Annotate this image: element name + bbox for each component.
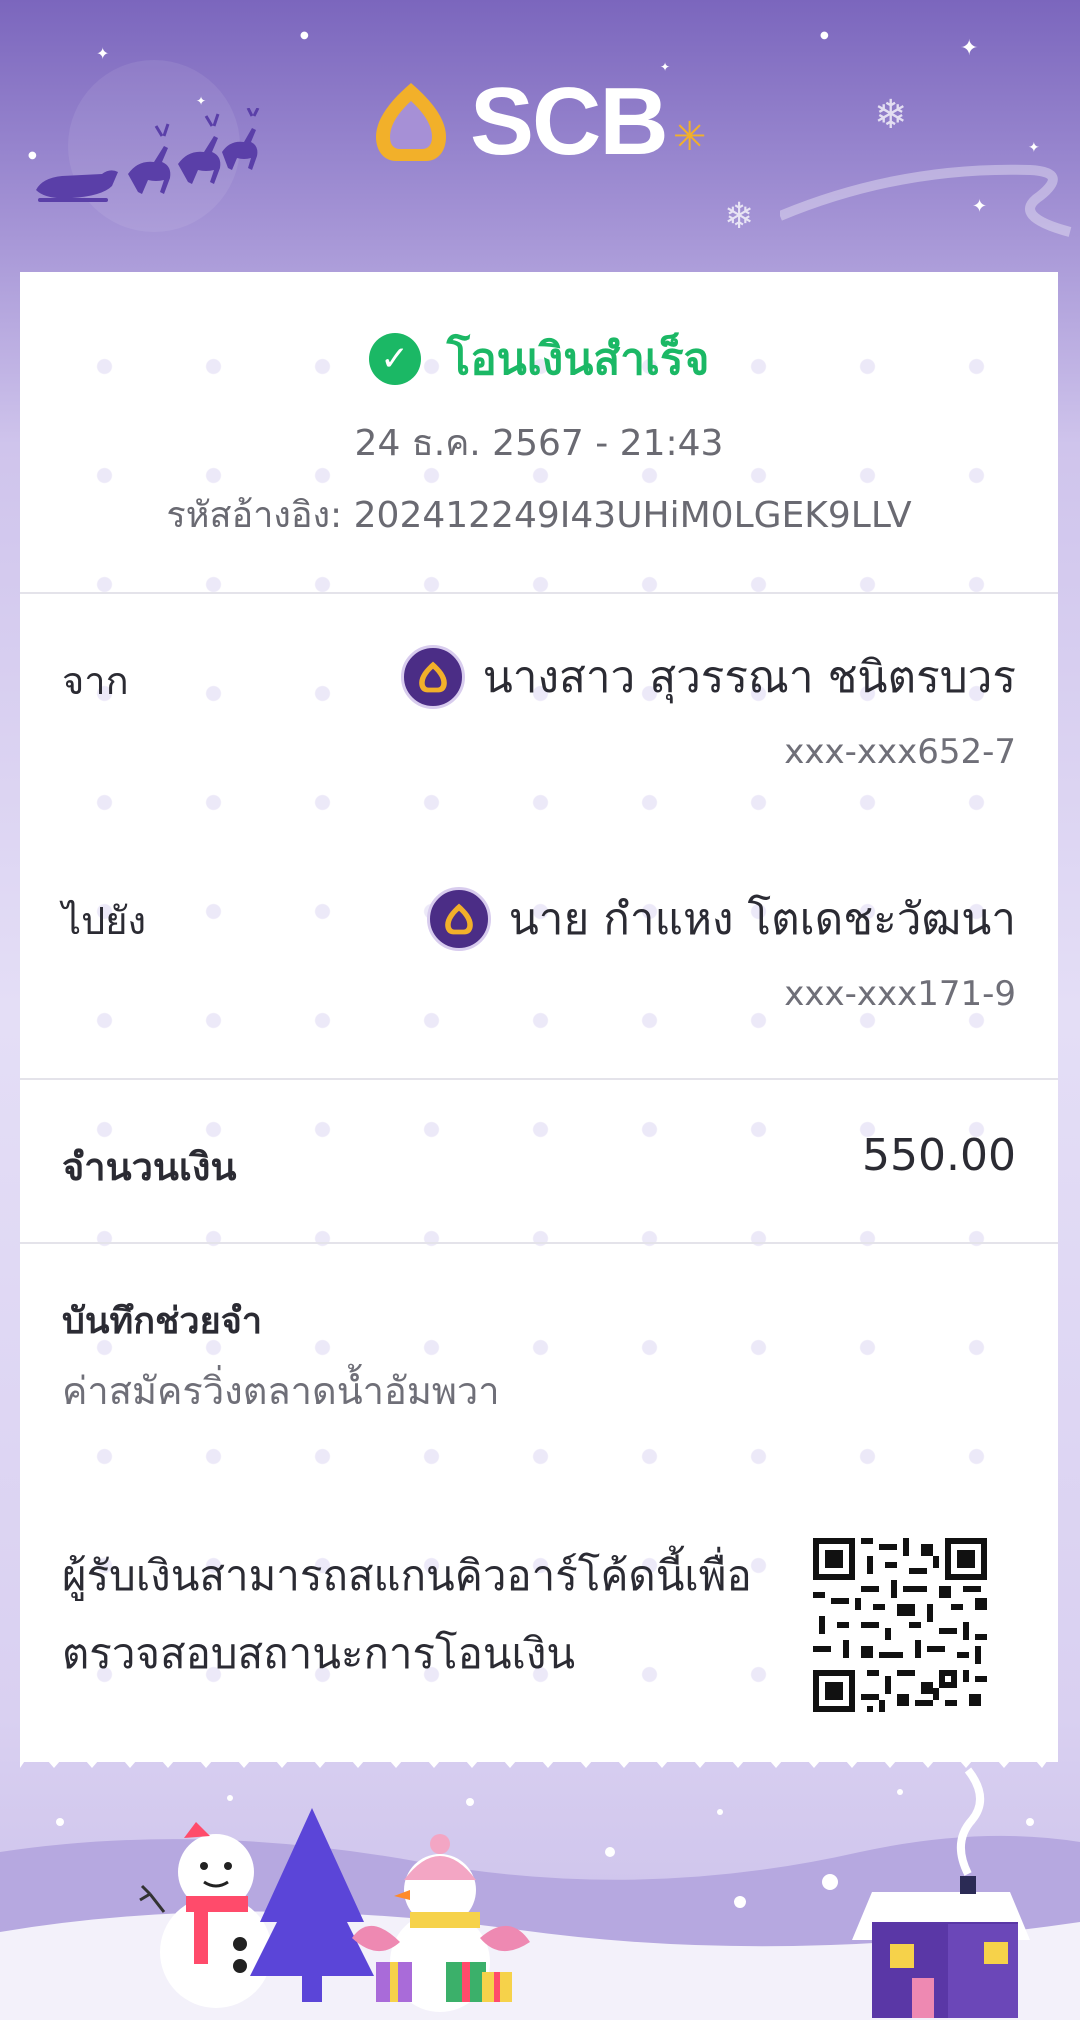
qr-instruction: ผู้รับเงินสามารถสแกนคิวอาร์โค้ดนี้เพื่อ … (62, 1537, 772, 1693)
from-label: จาก (62, 659, 129, 703)
to-name: นาย กำแหง โตเดชะวัฒนา (508, 894, 1016, 945)
check-circle-icon: ✓ (368, 333, 421, 385)
transfer-receipt-card: ✓ โอนเงินสำเร็จ 24 ธ.ค. 2567 - 21:43 รหั… (20, 272, 1058, 1762)
house-illustration (852, 1767, 1030, 2018)
sparkle-icon: ✳ (672, 114, 707, 160)
qr-instruction-line: ผู้รับเงินสามารถสแกนคิวอาร์โค้ดนี้เพื่อ (62, 1551, 752, 1600)
amount-value: 550.00 (862, 1130, 1016, 1181)
to-party: นาย กำแหง โตเดชะวัฒนา (426, 884, 1016, 954)
status-text: โอนเงินสำเร็จ (446, 334, 710, 385)
receipt-summary: ✓ โอนเงินสำเร็จ 24 ธ.ค. 2567 - 21:43 รหั… (20, 272, 1058, 594)
snowflake-icon: ❄ (874, 92, 908, 138)
star-icon: ● (28, 150, 37, 161)
star-icon: ✦ (196, 94, 207, 108)
scb-bank-icon (426, 887, 491, 951)
scb-logo: SCB ✳ (370, 74, 706, 170)
star-icon: ● (820, 30, 829, 41)
to-label: ไปยัง (62, 899, 147, 943)
star-icon: ✦ (96, 44, 110, 63)
from-party: นางสาว สุวรรณา ชนิตรบวร (400, 642, 1016, 712)
reference-code: รหัสอ้างอิง: 202412249I43UHiM0LGEK9LLV (166, 495, 912, 536)
scb-bell-logo-icon (376, 83, 446, 161)
divider (20, 592, 1058, 594)
to-account: xxx-xxx171-9 (784, 974, 1016, 1014)
christmas-tree-illustration (250, 1808, 374, 2002)
star-icon: ● (300, 30, 309, 41)
from-account: xxx-xxx652-7 (784, 732, 1016, 772)
snowflake-icon: ❄ (724, 196, 755, 237)
qr-code-icon[interactable] (813, 1538, 987, 1712)
transaction-datetime: 24 ธ.ค. 2567 - 21:43 (354, 423, 724, 464)
status-row: ✓ โอนเงินสำเร็จ (20, 324, 1058, 394)
star-icon: ✦ (1028, 140, 1040, 156)
qr-instruction-line: ตรวจสอบสถานะการโอนเงิน (62, 1629, 576, 1678)
memo-value: ค่าสมัครวิ่งตลาดน้ำอัมพวา (62, 1369, 500, 1413)
star-icon: ✦ (960, 36, 979, 61)
memo-label: บันทึกช่วยจำ (62, 1301, 263, 1342)
brand-name: SCB (470, 68, 669, 175)
scb-bank-icon (400, 645, 465, 709)
divider (20, 1242, 1058, 1244)
winter-scene-illustration (0, 1767, 1080, 2020)
from-name: นางสาว สุวรรณา ชนิตรบวร (482, 652, 1016, 703)
santa-sleigh-icon (36, 108, 260, 202)
amount-label: จำนวนเงิน (62, 1145, 237, 1189)
star-icon: ✦ (660, 60, 671, 74)
swoosh-decoration (780, 164, 1072, 237)
header-banner: SCB ✳ ✦ ✦ ● ● ✦ ● ✦ ✦ ✦ ❄ ❄ (0, 0, 1080, 272)
divider (20, 1078, 1058, 1080)
